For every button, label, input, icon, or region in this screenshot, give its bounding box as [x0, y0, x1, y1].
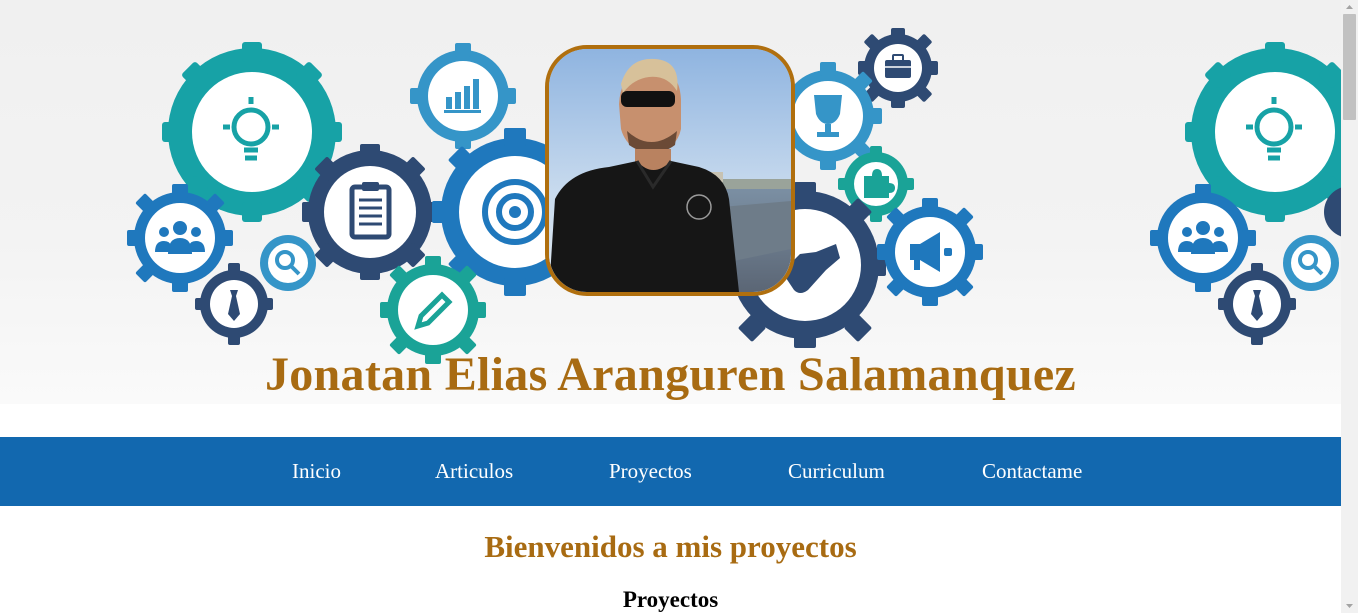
scroll-down-arrow-icon[interactable]: [1341, 599, 1358, 613]
nav-link-curriculum[interactable]: Curriculum: [788, 437, 885, 506]
nav-link-inicio[interactable]: Inicio: [292, 437, 341, 506]
scroll-up-arrow-icon[interactable]: [1341, 0, 1358, 14]
site-title: Jonatan Elias Aranguren Salamanquez: [264, 348, 1077, 401]
welcome-heading: Bienvenidos a mis proyectos: [484, 529, 857, 564]
page: Jonatan Elias Aranguren Salamanquez Inic…: [0, 0, 1341, 613]
nav-link-articulos[interactable]: Articulos: [435, 437, 513, 506]
chart-gear: [410, 43, 516, 149]
header-banner: Jonatan Elias Aranguren Salamanquez: [0, 0, 1341, 404]
megaphone-gear: [877, 198, 983, 306]
nav-link-contactame[interactable]: Contactame: [982, 437, 1082, 506]
briefcase-gear: [858, 28, 938, 108]
search-gear: [260, 235, 316, 291]
nav-link-proyectos[interactable]: Proyectos: [609, 437, 692, 506]
scrollbar-thumb[interactable]: [1343, 14, 1356, 120]
main-navbar: Inicio Articulos Proyectos Curriculum Co…: [0, 437, 1341, 506]
repeat-search-gear: [1283, 235, 1339, 291]
clipboard-gear: [302, 144, 438, 280]
profile-photo: [545, 45, 795, 296]
projects-heading: Proyectos: [622, 587, 719, 612]
vertical-scrollbar[interactable]: [1341, 0, 1358, 613]
